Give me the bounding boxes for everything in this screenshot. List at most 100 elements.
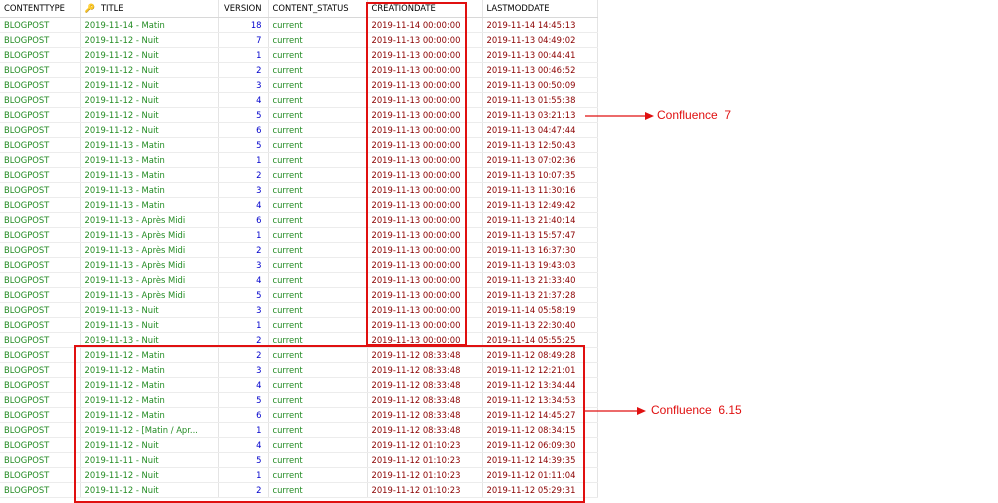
- table-row[interactable]: BLOGPOST 2019-11-13 - Matin 4 current 2019-1…: [0, 197, 598, 213]
- cell-title[interactable]: 2019-11-13 - Après Midi: [80, 257, 219, 273]
- cell-title[interactable]: 2019-11-13 - Matin: [80, 152, 219, 168]
- cell-lastmoddate[interactable]: 2019-11-14 14:45:13: [482, 17, 598, 33]
- cell-version[interactable]: 5: [218, 107, 269, 123]
- cell-title[interactable]: 2019-11-14 - Matin: [80, 17, 219, 33]
- cell-title[interactable]: 2019-11-13 - Après Midi: [80, 242, 219, 258]
- cell-lastmoddate[interactable]: 2019-11-13 21:33:40: [482, 272, 598, 288]
- col-header-contenttype[interactable]: CONTENTTYPE: [0, 0, 81, 18]
- cell-title[interactable]: 2019-11-12 - Nuit: [80, 92, 219, 108]
- cell-lastmoddate[interactable]: 2019-11-13 11:30:16: [482, 182, 598, 198]
- cell-title[interactable]: 2019-11-13 - Après Midi: [80, 227, 219, 243]
- table-row[interactable]: BLOGPOST 2019-11-13 - Matin 2 current 2019-1…: [0, 167, 598, 183]
- cell-content-status[interactable]: current: [268, 242, 368, 258]
- cell-lastmoddate[interactable]: 2019-11-13 16:37:30: [482, 242, 598, 258]
- cell-content-status[interactable]: current: [268, 62, 368, 78]
- table-row[interactable]: BLOGPOST 2019-11-13 - Matin 1 current 2019-1…: [0, 152, 598, 168]
- cell-content-status[interactable]: current: [268, 17, 368, 33]
- cell-title[interactable]: 2019-11-13 - Matin: [80, 182, 219, 198]
- table-row[interactable]: BLOGPOST 2019-11-12 - Nuit 7 current 2019-11…: [0, 32, 598, 48]
- cell-version[interactable]: 1: [218, 317, 269, 333]
- cell-title[interactable]: 2019-11-12 - Nuit: [80, 62, 219, 78]
- cell-lastmoddate[interactable]: 2019-11-13 19:43:03: [482, 257, 598, 273]
- cell-version[interactable]: 4: [218, 197, 269, 213]
- cell-title[interactable]: 2019-11-12 - Nuit: [80, 122, 219, 138]
- cell-version[interactable]: 5: [218, 287, 269, 303]
- cell-contenttype[interactable]: BLOGPOST: [0, 197, 81, 213]
- cell-title[interactable]: 2019-11-12 - Nuit: [80, 77, 219, 93]
- cell-lastmoddate[interactable]: 2019-11-13 00:44:41: [482, 47, 598, 63]
- cell-contenttype[interactable]: BLOGPOST: [0, 452, 81, 468]
- cell-contenttype[interactable]: BLOGPOST: [0, 227, 81, 243]
- table-row[interactable]: BLOGPOST 2019-11-13 - Après Midi 5 current 2…: [0, 287, 598, 303]
- cell-version[interactable]: 6: [218, 122, 269, 138]
- cell-title[interactable]: 2019-11-12 - Nuit: [80, 47, 219, 63]
- cell-version[interactable]: 4: [218, 272, 269, 288]
- cell-version[interactable]: 3: [218, 257, 269, 273]
- cell-content-status[interactable]: current: [268, 152, 368, 168]
- cell-lastmoddate[interactable]: 2019-11-14 05:58:19: [482, 302, 598, 318]
- table-row[interactable]: BLOGPOST 2019-11-13 - Matin 3 current 2019-1…: [0, 182, 598, 198]
- cell-lastmoddate[interactable]: 2019-11-13 22:30:40: [482, 317, 598, 333]
- cell-contenttype[interactable]: BLOGPOST: [0, 332, 81, 348]
- cell-contenttype[interactable]: BLOGPOST: [0, 62, 81, 78]
- cell-content-status[interactable]: current: [268, 257, 368, 273]
- table-row[interactable]: BLOGPOST 2019-11-13 - Après Midi 3 current 2…: [0, 257, 598, 273]
- cell-lastmoddate[interactable]: 2019-11-13 04:47:44: [482, 122, 598, 138]
- table-row[interactable]: BLOGPOST 2019-11-14 - Matin 18 current 2019-…: [0, 17, 598, 33]
- cell-content-status[interactable]: current: [268, 212, 368, 228]
- cell-content-status[interactable]: current: [268, 92, 368, 108]
- cell-contenttype[interactable]: BLOGPOST: [0, 257, 81, 273]
- cell-contenttype[interactable]: BLOGPOST: [0, 347, 81, 363]
- cell-version[interactable]: 4: [218, 92, 269, 108]
- cell-contenttype[interactable]: BLOGPOST: [0, 482, 81, 498]
- cell-contenttype[interactable]: BLOGPOST: [0, 47, 81, 63]
- cell-title[interactable]: 2019-11-13 - Matin: [80, 167, 219, 183]
- cell-contenttype[interactable]: BLOGPOST: [0, 77, 81, 93]
- cell-contenttype[interactable]: BLOGPOST: [0, 152, 81, 168]
- cell-lastmoddate[interactable]: 2019-11-13 03:21:13: [482, 107, 598, 123]
- col-header-content-status[interactable]: CONTENT_STATUS: [268, 0, 368, 18]
- table-row[interactable]: BLOGPOST 2019-11-13 - Après Midi 6 current 2…: [0, 212, 598, 228]
- cell-content-status[interactable]: current: [268, 227, 368, 243]
- cell-version[interactable]: 1: [218, 227, 269, 243]
- cell-version[interactable]: 1: [218, 152, 269, 168]
- cell-title[interactable]: 2019-11-13 - Après Midi: [80, 272, 219, 288]
- cell-title[interactable]: 2019-11-12 - Nuit: [80, 32, 219, 48]
- cell-lastmoddate[interactable]: 2019-11-13 21:37:28: [482, 287, 598, 303]
- cell-lastmoddate[interactable]: 2019-11-13 21:40:14: [482, 212, 598, 228]
- cell-version[interactable]: 5: [218, 137, 269, 153]
- col-header-title[interactable]: 🔑 TITLE: [80, 0, 219, 18]
- cell-lastmoddate[interactable]: 2019-11-13 00:46:52: [482, 62, 598, 78]
- table-row[interactable]: BLOGPOST 2019-11-13 - Nuit 1 current 2019-11…: [0, 317, 598, 333]
- table-row[interactable]: BLOGPOST 2019-11-13 - Après Midi 2 current 2…: [0, 242, 598, 258]
- cell-contenttype[interactable]: BLOGPOST: [0, 377, 81, 393]
- cell-content-status[interactable]: current: [268, 77, 368, 93]
- cell-version[interactable]: 2: [218, 167, 269, 183]
- cell-content-status[interactable]: current: [268, 272, 368, 288]
- cell-contenttype[interactable]: BLOGPOST: [0, 437, 81, 453]
- cell-title[interactable]: 2019-11-13 - Matin: [80, 137, 219, 153]
- table-row[interactable]: BLOGPOST 2019-11-12 - Nuit 3 current 2019-11…: [0, 77, 598, 93]
- cell-contenttype[interactable]: BLOGPOST: [0, 182, 81, 198]
- cell-contenttype[interactable]: BLOGPOST: [0, 32, 81, 48]
- cell-contenttype[interactable]: BLOGPOST: [0, 212, 81, 228]
- cell-content-status[interactable]: current: [268, 317, 368, 333]
- cell-contenttype[interactable]: BLOGPOST: [0, 422, 81, 438]
- cell-version[interactable]: 3: [218, 77, 269, 93]
- cell-version[interactable]: 7: [218, 32, 269, 48]
- col-header-lastmoddate[interactable]: LASTMODDATE: [482, 0, 598, 18]
- cell-title[interactable]: 2019-11-13 - Après Midi: [80, 287, 219, 303]
- cell-contenttype[interactable]: BLOGPOST: [0, 137, 81, 153]
- cell-lastmoddate[interactable]: 2019-11-13 04:49:02: [482, 32, 598, 48]
- table-row[interactable]: BLOGPOST 2019-11-13 - Nuit 3 current 2019-11…: [0, 302, 598, 318]
- cell-contenttype[interactable]: BLOGPOST: [0, 302, 81, 318]
- cell-content-status[interactable]: current: [268, 182, 368, 198]
- cell-content-status[interactable]: current: [268, 197, 368, 213]
- cell-title[interactable]: 2019-11-13 - Après Midi: [80, 212, 219, 228]
- cell-lastmoddate[interactable]: 2019-11-13 07:02:36: [482, 152, 598, 168]
- cell-contenttype[interactable]: BLOGPOST: [0, 107, 81, 123]
- table-row[interactable]: BLOGPOST 2019-11-12 - Nuit 1 current 2019-11…: [0, 47, 598, 63]
- cell-title[interactable]: 2019-11-12 - Nuit: [80, 107, 219, 123]
- cell-lastmoddate[interactable]: 2019-11-13 01:55:38: [482, 92, 598, 108]
- cell-contenttype[interactable]: BLOGPOST: [0, 92, 81, 108]
